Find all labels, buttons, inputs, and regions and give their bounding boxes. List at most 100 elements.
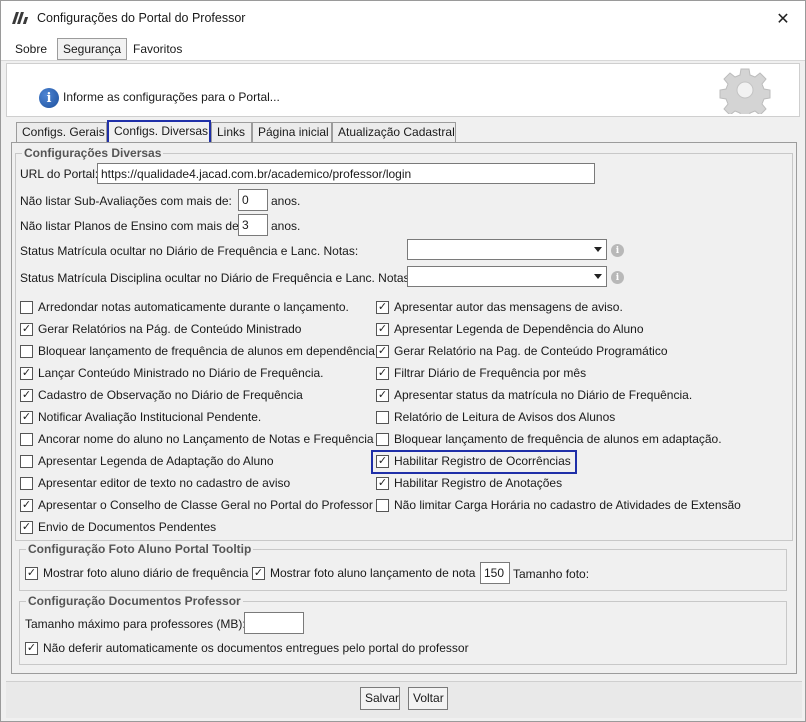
checkbox-mark <box>20 300 33 314</box>
tamanho-foto-label: Tamanho foto: <box>513 567 590 581</box>
save-button[interactable]: Salvar <box>360 687 400 710</box>
checkbox-mark: ✓ <box>376 476 389 490</box>
left-checkbox-4[interactable]: ✓ Cadastro de Observação no Diário de Fre… <box>20 388 303 402</box>
tab-pagina-inicial[interactable]: Página inicial <box>252 122 332 142</box>
info-icon: i <box>39 88 59 108</box>
planos-input[interactable]: 3 <box>238 214 268 236</box>
highlight-ocorrencias <box>371 450 577 474</box>
left-checkbox-7[interactable]: Apresentar Legenda de Adaptação do Aluno <box>20 454 274 468</box>
menu-bar: Sobre Segurança Favoritos <box>1 36 805 61</box>
planos-unit: anos. <box>271 219 301 233</box>
left-checkbox-1[interactable]: ✓ Gerar Relatórios na Pág. de Conteúdo Mi… <box>20 322 301 336</box>
checkbox-mark <box>20 454 33 468</box>
chevron-down-icon <box>594 274 602 279</box>
checkbox-mark: ✓ <box>20 498 33 512</box>
checkbox-mark: ✓ <box>376 344 389 358</box>
planos-label: Não listar Planos de Ensino com mais de: <box>20 219 243 233</box>
checkbox-mark: ✓ <box>20 366 33 380</box>
menu-seguranca[interactable]: Segurança <box>57 38 128 60</box>
checkbox-mark <box>376 432 389 446</box>
right-checkbox-8[interactable]: ✓ Habilitar Registro de Anotações <box>376 476 562 490</box>
tab-atualizacao-cadastral[interactable]: Atualização Cadastral <box>332 122 456 142</box>
deferir-checkbox[interactable]: ✓ Não deferir automaticamente os documen… <box>25 641 469 655</box>
checkbox-mark: ✓ <box>20 322 33 336</box>
right-checkbox-label: Filtrar Diário de Frequência por mês <box>394 366 587 380</box>
url-label: URL do Portal: <box>20 167 99 181</box>
checkbox-mark: ✓ <box>252 566 265 580</box>
info-hint-icon[interactable]: i <box>611 271 624 284</box>
tamanho-max-input[interactable] <box>244 612 304 634</box>
left-checkbox-label: Apresentar Legenda de Adaptação do Aluno <box>38 454 274 468</box>
left-checkbox-5[interactable]: ✓ Notificar Avaliação Institucional Pende… <box>20 410 261 424</box>
sub-aval-label: Não listar Sub-Avaliações com mais de: <box>20 194 232 208</box>
checkbox-mark <box>376 410 389 424</box>
sub-aval-unit: anos. <box>271 194 301 208</box>
right-checkbox-2[interactable]: ✓ Gerar Relatório na Pag. de Conteúdo Pro… <box>376 344 668 358</box>
left-checkbox-label: Cadastro de Observação no Diário de Freq… <box>38 388 303 402</box>
close-icon[interactable]: ✕ <box>761 1 805 36</box>
docs-group: Configuração Documentos Professor <box>19 594 787 665</box>
foto-nota-checkbox[interactable]: ✓ Mostrar foto aluno lançamento de nota <box>252 566 475 580</box>
config-window: Configurações do Portal do Professor ✕ S… <box>0 0 806 722</box>
right-checkbox-1[interactable]: ✓ Apresentar Legenda de Dependência do Al… <box>376 322 644 336</box>
checkbox-mark <box>20 476 33 490</box>
banner-text: Informe as configurações para o Portal..… <box>63 90 280 104</box>
url-input[interactable]: https://qualidade4.jacad.com.br/academic… <box>97 163 595 184</box>
checkbox-mark: ✓ <box>20 520 33 534</box>
status-matricula-label: Status Matrícula ocultar no Diário de Fr… <box>20 244 359 258</box>
left-checkbox-9[interactable]: ✓ Apresentar o Conselho de Classe Geral n… <box>20 498 373 512</box>
left-checkbox-label: Gerar Relatórios na Pág. de Conteúdo Min… <box>38 322 302 336</box>
window-title: Configurações do Portal do Professor <box>37 11 246 25</box>
left-checkbox-label: Ancorar nome do aluno no Lançamento de N… <box>38 432 374 446</box>
info-banner: i Informe as configurações para o Portal… <box>6 63 800 117</box>
right-checkbox-0[interactable]: ✓ Apresentar autor das mensagens de aviso… <box>376 300 623 314</box>
back-button[interactable]: Voltar <box>408 687 448 710</box>
app-logo-icon <box>12 12 30 24</box>
right-checkbox-9[interactable]: Não limitar Carga Horária no cadastro de… <box>376 498 741 512</box>
status-matricula-disciplina-select[interactable] <box>407 266 607 287</box>
right-checkbox-label: Habilitar Registro de Anotações <box>394 476 563 490</box>
info-hint-icon[interactable]: i <box>611 244 624 257</box>
left-checkbox-10[interactable]: ✓ Envio de Documentos Pendentes <box>20 520 216 534</box>
status-matricula-disciplina-label: Status Matrícula Disciplina ocultar no D… <box>20 271 413 285</box>
docs-title: Configuração Documentos Professor <box>26 594 243 608</box>
right-checkbox-label: Bloquear lançamento de frequência de alu… <box>394 432 722 446</box>
gear-icon <box>719 68 771 114</box>
left-checkbox-label: Apresentar editor de texto no cadastro d… <box>38 476 291 490</box>
left-checkbox-label: Arredondar notas automaticamente durante… <box>38 300 349 314</box>
title-bar: Configurações do Portal do Professor ✕ <box>1 1 805 36</box>
checkbox-mark <box>376 498 389 512</box>
right-checkbox-3[interactable]: ✓ Filtrar Diário de Frequência por mês <box>376 366 586 380</box>
checkbox-mark: ✓ <box>376 300 389 314</box>
left-checkbox-0[interactable]: Arredondar notas automaticamente durante… <box>20 300 349 314</box>
left-checkbox-label: Bloquear lançamento de frequência de alu… <box>38 344 379 358</box>
checkbox-mark <box>20 344 33 358</box>
menu-favoritos[interactable]: Favoritos <box>129 40 186 58</box>
checkbox-mark <box>20 432 33 446</box>
menu-sobre[interactable]: Sobre <box>11 40 51 58</box>
tab-configs-gerais[interactable]: Configs. Gerais <box>16 122 107 142</box>
right-checkbox-4[interactable]: ✓ Apresentar status da matrícula no Diári… <box>376 388 692 402</box>
deferir-label: Não deferir automaticamente os documento… <box>43 641 469 655</box>
tamanho-foto-input[interactable]: 150 <box>480 562 510 584</box>
checkbox-mark: ✓ <box>25 566 38 580</box>
foto-diario-checkbox[interactable]: ✓ Mostrar foto aluno diário de frequênci… <box>25 566 248 580</box>
left-checkbox-label: Envio de Documentos Pendentes <box>38 520 217 534</box>
checkbox-mark: ✓ <box>20 410 33 424</box>
left-checkbox-8[interactable]: Apresentar editor de texto no cadastro d… <box>20 476 290 490</box>
right-checkbox-label: Apresentar Legenda de Dependência do Alu… <box>394 322 644 336</box>
tab-links[interactable]: Links <box>211 122 252 142</box>
left-checkbox-label: Lançar Conteúdo Ministrado no Diário de … <box>38 366 324 380</box>
save-button-label: Salvar <box>365 691 400 705</box>
left-checkbox-3[interactable]: ✓ Lançar Conteúdo Ministrado no Diário de… <box>20 366 324 380</box>
checkbox-mark: ✓ <box>20 388 33 402</box>
left-checkbox-6[interactable]: Ancorar nome do aluno no Lançamento de N… <box>20 432 374 446</box>
sub-aval-input[interactable]: 0 <box>238 189 268 211</box>
right-checkbox-5[interactable]: Relatório de Leitura de Avisos dos Aluno… <box>376 410 615 424</box>
right-checkbox-label: Não limitar Carga Horária no cadastro de… <box>394 498 741 512</box>
left-checkbox-2[interactable]: Bloquear lançamento de frequência de alu… <box>20 344 378 358</box>
status-matricula-select[interactable] <box>407 239 607 260</box>
checkbox-mark: ✓ <box>376 322 389 336</box>
foto-diario-label: Mostrar foto aluno diário de frequência <box>43 566 249 580</box>
right-checkbox-6[interactable]: Bloquear lançamento de frequência de alu… <box>376 432 722 446</box>
